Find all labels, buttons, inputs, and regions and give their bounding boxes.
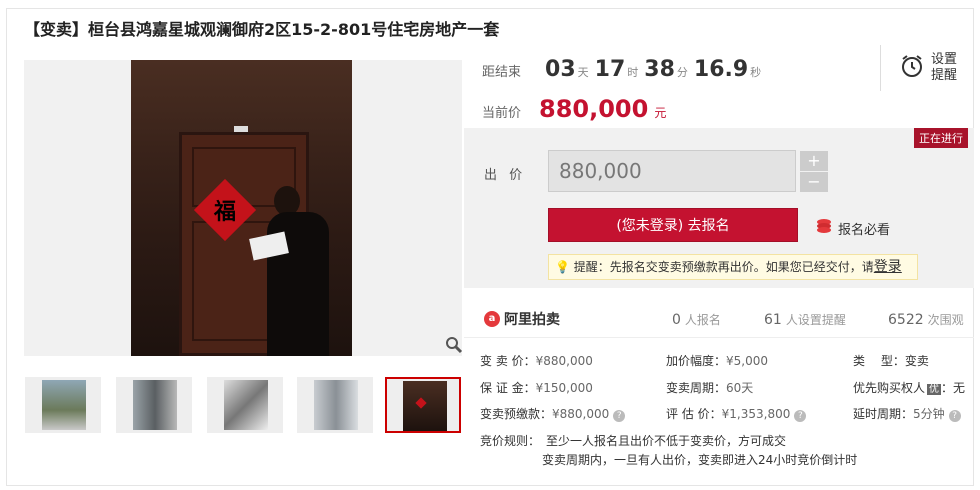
reminder-count: 61 人设置提醒 — [764, 312, 846, 328]
ali-logo-icon: a — [484, 311, 500, 327]
viewer-count: 6522 次围观 — [888, 312, 964, 328]
thumbnail-2[interactable] — [116, 377, 192, 433]
increase-bid-button[interactable]: + — [800, 151, 828, 171]
sell-price: 变 卖 价：¥880,000 — [480, 354, 593, 368]
alarm-clock-icon — [901, 54, 923, 82]
set-reminder-button[interactable]: 设置 提醒 — [880, 45, 970, 91]
page-title: 【变卖】桓台县鸿嘉星城观澜御府2区15-2-801号住宅房地产一套 — [24, 20, 500, 39]
auction-type: 类 型：变卖 — [853, 354, 929, 368]
login-tip: 💡 提醒：先报名交变卖预缴款再出价。如果您已经交付，请登录 — [548, 254, 918, 280]
fu-decoration: 福 — [193, 178, 257, 242]
main-photo[interactable]: 福 — [131, 60, 352, 356]
priority-buyer: 优先购买权人优：无 — [853, 381, 966, 395]
bid-label: 出 价 — [484, 168, 527, 183]
status-badge: 正在进行 — [914, 128, 968, 148]
increment: 加价幅度：¥5,000 — [666, 354, 769, 368]
bid-input[interactable]: 880,000 — [548, 150, 796, 192]
appraisal-price: 评 估 价：¥1,353,800? — [666, 405, 807, 422]
thumbnail-3[interactable] — [207, 377, 283, 433]
current-price: 当前价 880,000 元 — [482, 95, 667, 123]
coins-icon — [816, 218, 832, 238]
deposit: 保 证 金：¥150,000 — [480, 381, 593, 395]
sell-period: 变卖周期：60天 — [666, 381, 754, 395]
bidding-rules-line2: 变卖周期内，一旦有人出价，变卖即进入24小时竞价倒计时 — [542, 453, 858, 467]
must-read-link[interactable]: 报名必看 — [816, 218, 890, 238]
delay-period: 延时周期：5分钟? — [853, 405, 961, 422]
login-link[interactable]: 登录 — [874, 259, 902, 275]
signup-count: 0 人报名 — [672, 312, 721, 328]
thumbnail-5-selected[interactable] — [385, 377, 461, 433]
help-icon[interactable]: ? — [948, 410, 961, 422]
thumbnail-4[interactable] — [297, 377, 373, 433]
zoom-icon[interactable] — [445, 336, 463, 358]
decrease-bid-button[interactable]: − — [800, 172, 828, 192]
help-icon[interactable]: ? — [794, 410, 807, 422]
help-icon[interactable]: ? — [613, 410, 626, 422]
register-button[interactable]: (您未登录) 去报名 — [548, 208, 798, 242]
lightbulb-icon: 💡 — [555, 260, 570, 274]
prepay: 变卖预缴款：¥880,000? — [480, 405, 626, 422]
priority-badge: 优 — [927, 384, 942, 395]
bidding-rules: 竞价规则： 至少一人报名且出价不低于变卖价，方可成交 — [480, 434, 787, 448]
platform-logo: a 阿里拍卖 — [484, 309, 560, 329]
countdown: 距结束 03 天 17 时 38 分 16.9 秒 — [482, 57, 762, 82]
door-plate — [234, 126, 248, 132]
current-price-value: 880,000 — [539, 95, 649, 123]
thumbnail-1[interactable] — [25, 377, 101, 433]
